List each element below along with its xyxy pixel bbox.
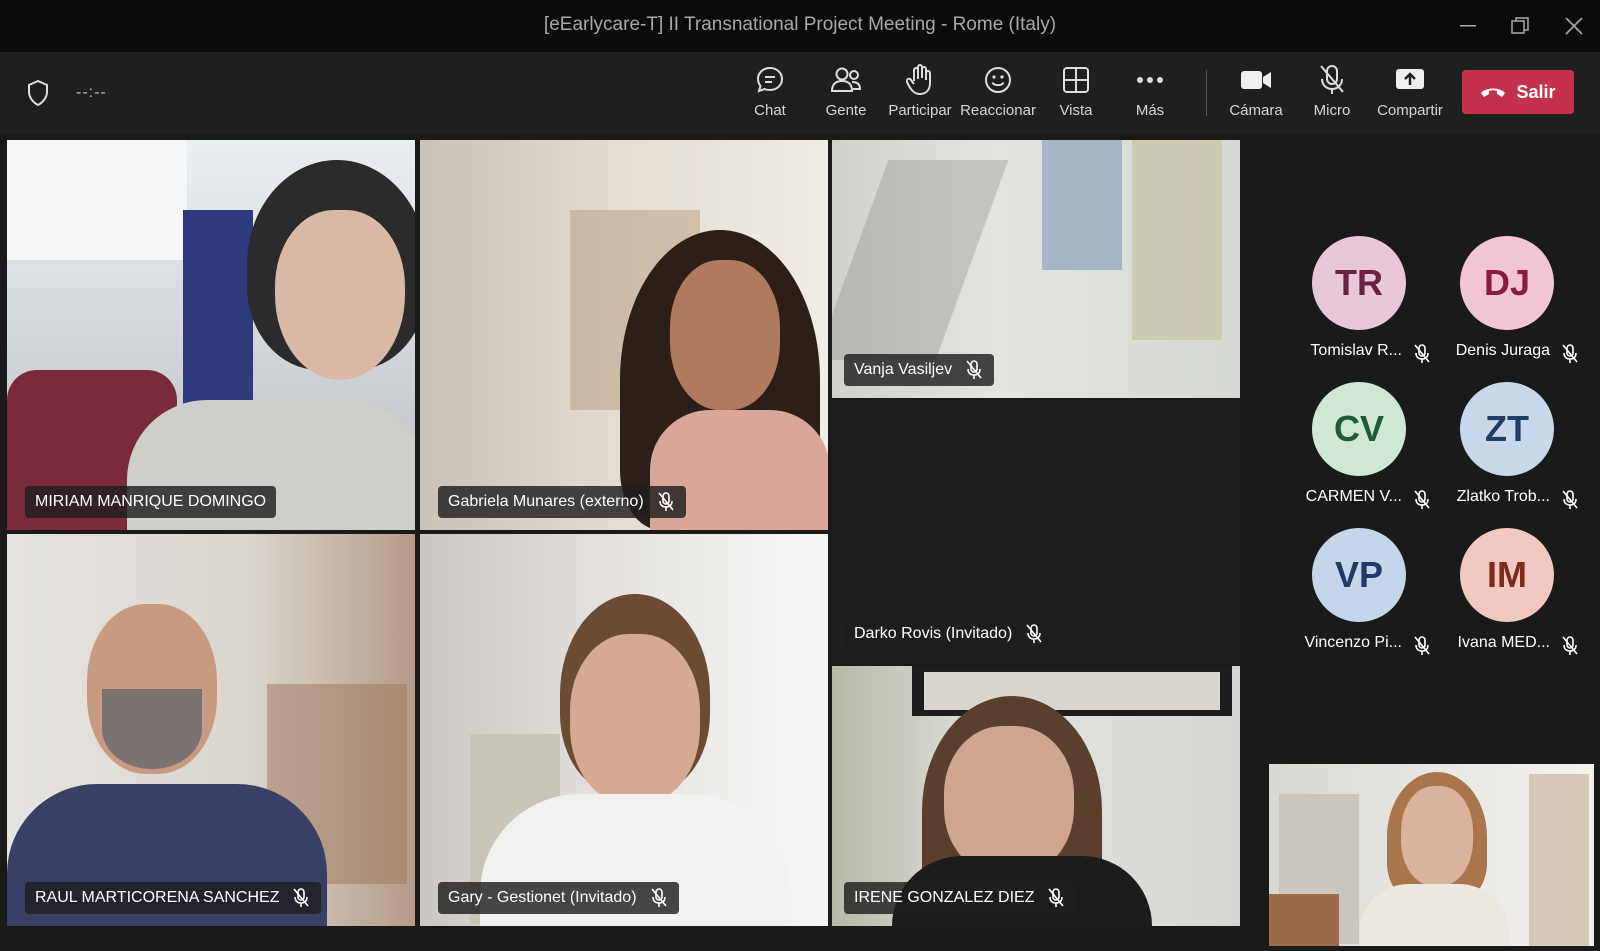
- mic-off-icon: [658, 492, 676, 512]
- video-tile[interactable]: IRENE GONZALEZ DIEZ: [832, 666, 1240, 926]
- avatar-initials: IM: [1487, 554, 1527, 595]
- view-button[interactable]: Vista: [1036, 64, 1116, 124]
- self-view-video[interactable]: [1269, 764, 1594, 946]
- camera-button[interactable]: Cámara: [1216, 64, 1296, 124]
- participant-name: MIRIAM MANRIQUE DOMINGO: [35, 493, 267, 510]
- participant-nametag: MIRIAM MANRIQUE DOMINGO: [25, 486, 277, 518]
- raise-hand-button[interactable]: Participar: [880, 64, 960, 124]
- avatar-circle: IM: [1460, 528, 1554, 622]
- participant-avatar[interactable]: CV CARMEN V...: [1280, 382, 1430, 522]
- avatar-name: Ivana MED...: [1457, 634, 1550, 651]
- shield-icon[interactable]: [24, 78, 52, 108]
- people-icon: [829, 64, 863, 96]
- react-label: Reaccionar: [960, 102, 1036, 119]
- video-tile[interactable]: Gabriela Munares (externo): [420, 140, 828, 530]
- participant-nametag: RAUL MARTICORENA SANCHEZ: [25, 882, 322, 914]
- avatar-initials: ZT: [1485, 408, 1529, 449]
- mic-off-icon: [1315, 64, 1349, 96]
- leave-button[interactable]: Salir: [1462, 70, 1574, 114]
- avatar-circle: VP: [1312, 528, 1406, 622]
- participant-avatar[interactable]: TR Tomislav R...: [1280, 236, 1430, 376]
- participant-name: RAUL MARTICORENA SANCHEZ: [35, 889, 280, 906]
- people-button[interactable]: Gente: [806, 64, 886, 124]
- video-tile[interactable]: Gary - Gestionet (Invitado): [420, 534, 828, 926]
- toolbar-divider: [1206, 70, 1207, 116]
- mic-off-icon: [966, 360, 984, 380]
- chat-button[interactable]: Chat: [730, 64, 810, 124]
- close-button[interactable]: [1554, 10, 1594, 42]
- raise-hand-icon: [903, 64, 937, 96]
- camera-icon: [1239, 64, 1273, 96]
- view-label: Vista: [1059, 102, 1093, 119]
- participant-name: Vanja Vasiljev: [854, 361, 953, 378]
- video-tile[interactable]: RAUL MARTICORENA SANCHEZ: [7, 534, 415, 926]
- avatar-circle: CV: [1312, 382, 1406, 476]
- video-tile[interactable]: Darko Rovis (Invitado): [832, 400, 1240, 664]
- grid-view-icon: [1059, 64, 1093, 96]
- avatar-circle: TR: [1312, 236, 1406, 330]
- more-button[interactable]: Más: [1110, 64, 1190, 124]
- avatar-initials: DJ: [1483, 262, 1531, 303]
- share-icon: [1393, 64, 1427, 96]
- minimize-button[interactable]: [1448, 10, 1488, 42]
- mic-button[interactable]: Micro: [1292, 64, 1372, 124]
- participant-name: Darko Rovis (Invitado): [854, 625, 1013, 642]
- avatar-name: Vincenzo Pi...: [1304, 634, 1402, 651]
- participant-nametag: Darko Rovis (Invitado): [844, 618, 1055, 650]
- restore-button[interactable]: [1500, 10, 1540, 42]
- avatar-name: Zlatko Trob...: [1456, 488, 1550, 505]
- more-label: Más: [1135, 102, 1165, 119]
- raise-hand-label: Participar: [888, 102, 952, 119]
- mic-off-icon: [293, 888, 311, 908]
- mic-off-icon: [1048, 888, 1066, 908]
- avatar-circle: DJ: [1460, 236, 1554, 330]
- avatar-initials: CV: [1333, 408, 1384, 449]
- participant-nametag: IRENE GONZALEZ DIEZ: [844, 882, 1077, 914]
- title-bar: [eEarlycare-T] II Transnational Project …: [0, 0, 1600, 52]
- hang-up-icon: [1480, 82, 1506, 103]
- avatar-name: Tomislav R...: [1310, 342, 1402, 359]
- smiley-icon: [981, 64, 1015, 96]
- share-label: Compartir: [1377, 102, 1443, 119]
- video-stage: MIRIAM MANRIQUE DOMINGO Gabriela Munares…: [0, 134, 1600, 951]
- participant-name: Gabriela Munares (externo): [448, 493, 644, 510]
- participant-name: Gary - Gestionet (Invitado): [448, 889, 637, 906]
- mic-off-icon: [650, 888, 669, 908]
- participant-avatar[interactable]: DJ Denis Juraga: [1428, 236, 1578, 376]
- chat-label: Chat: [754, 102, 786, 119]
- video-tile[interactable]: Vanja Vasiljev: [832, 140, 1240, 398]
- avatar-initials: VP: [1334, 554, 1384, 595]
- avatar-circle: ZT: [1460, 382, 1554, 476]
- mic-off-icon: [1562, 490, 1580, 510]
- window-title: [eEarlycare-T] II Transnational Project …: [543, 14, 1057, 35]
- people-label: Gente: [825, 102, 867, 119]
- mic-off-icon: [1562, 636, 1580, 656]
- react-button[interactable]: Reaccionar: [958, 64, 1038, 124]
- meeting-toolbar: --:-- Chat Gente Participar Reaccionar V…: [0, 52, 1600, 134]
- participant-nametag: Gary - Gestionet (Invitado): [438, 882, 679, 914]
- mic-label: Micro: [1313, 102, 1351, 119]
- leave-label: Salir: [1516, 81, 1556, 102]
- participant-avatar[interactable]: IM Ivana MED...: [1428, 528, 1578, 668]
- participant-nametag: Gabriela Munares (externo): [438, 486, 686, 518]
- meeting-timer: --:--: [76, 84, 107, 101]
- participant-name: IRENE GONZALEZ DIEZ: [854, 889, 1035, 906]
- share-button[interactable]: Compartir: [1370, 64, 1450, 124]
- mic-off-icon: [1026, 624, 1044, 644]
- mic-off-icon: [1562, 344, 1580, 364]
- participant-nametag: Vanja Vasiljev: [844, 354, 995, 386]
- avatar-name: CARMEN V...: [1305, 488, 1402, 505]
- avatar-name: Denis Juraga: [1455, 342, 1550, 359]
- participant-avatar[interactable]: ZT Zlatko Trob...: [1428, 382, 1578, 522]
- video-tile[interactable]: MIRIAM MANRIQUE DOMINGO: [7, 140, 415, 530]
- camera-label: Cámara: [1229, 102, 1283, 119]
- more-icon: [1133, 64, 1167, 96]
- chat-icon: [753, 64, 787, 96]
- participant-avatar[interactable]: VP Vincenzo Pi...: [1280, 528, 1430, 668]
- avatar-initials: TR: [1335, 262, 1383, 303]
